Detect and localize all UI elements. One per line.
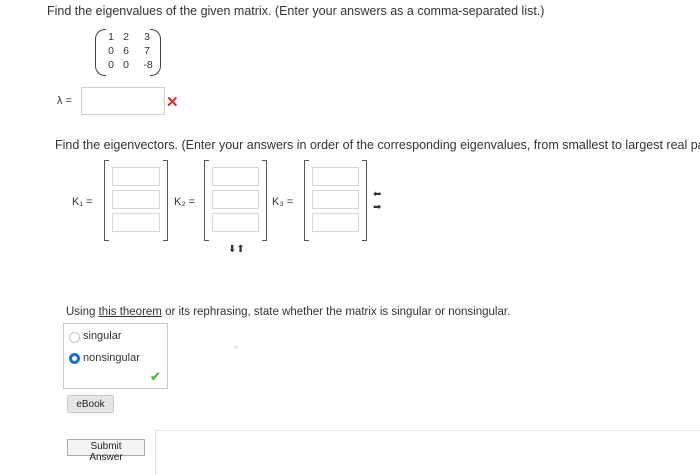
eigenvalues-question: Find the eigenvalues of the given matrix…	[47, 4, 545, 18]
matrix-cell: 2	[123, 31, 129, 43]
eigenvalues-input[interactable]	[81, 87, 165, 115]
matrix-cell: 7	[144, 45, 150, 57]
k2-vector	[204, 160, 267, 241]
divider	[155, 430, 156, 475]
radio-nonsingular[interactable]	[69, 353, 80, 364]
k1-entry-3[interactable]	[112, 213, 160, 232]
k1-entry-2[interactable]	[112, 190, 160, 209]
k1-vector	[104, 160, 168, 241]
bracket-left	[304, 160, 309, 241]
matrix-cell: -8	[143, 59, 153, 71]
k3-entry-1[interactable]	[312, 167, 359, 186]
cursor-dot	[234, 345, 238, 349]
k2-entry-3[interactable]	[212, 213, 259, 232]
bracket-left	[204, 160, 209, 241]
arrow-left-icon[interactable]: ⬅	[373, 190, 381, 200]
option-singular-label[interactable]: singular	[83, 330, 122, 342]
given-matrix: 1 2 3 0 6 7 0 0 -8	[95, 29, 161, 76]
k3-label: K₃ =	[272, 196, 294, 208]
matrix-cell: 3	[144, 31, 150, 43]
radio-singular[interactable]	[69, 332, 80, 343]
k3-entry-2[interactable]	[312, 190, 359, 209]
matrix-cell: 1	[108, 31, 114, 43]
eigenvectors-question: Find the eigenvectors. (Enter your answe…	[55, 138, 700, 152]
k2-entry-2[interactable]	[212, 190, 259, 209]
option-nonsingular-label[interactable]: nonsingular	[83, 352, 140, 364]
question-middle: or its rephrasing	[161, 306, 248, 318]
k1-entry-1[interactable]	[112, 167, 160, 186]
matrix-cell: 0	[123, 59, 129, 71]
k2-label: K₂ =	[174, 196, 196, 208]
k2-entry-1[interactable]	[212, 167, 259, 186]
k3-vector	[304, 160, 367, 241]
submit-answer-button[interactable]: Submit Answer	[67, 439, 145, 463]
ebook-button[interactable]: eBook	[67, 395, 114, 413]
bracket-left	[104, 160, 109, 241]
divider	[155, 430, 700, 431]
question-prefix: Using	[66, 306, 99, 318]
checkmark-icon: ✔	[150, 369, 161, 384]
bracket-right	[163, 160, 168, 241]
singularity-question: Using this theorem or its rephrasing, st…	[66, 306, 510, 318]
question-suffix: , state whether the matrix is singular o…	[247, 306, 511, 318]
lambda-label: λ =	[57, 95, 72, 107]
x-mark-icon: ✕	[166, 94, 179, 111]
k1-label: K₁ =	[72, 196, 93, 208]
bracket-right	[362, 160, 367, 241]
bracket-right	[262, 160, 267, 241]
matrix-cell: 6	[123, 45, 129, 57]
matrix-cell: 0	[108, 59, 114, 71]
arrow-right-icon[interactable]: ➡	[373, 203, 381, 213]
k3-entry-3[interactable]	[312, 213, 359, 232]
move-arrows-icon[interactable]: ⬇⬆	[228, 245, 245, 255]
theorem-link[interactable]: this theorem	[99, 306, 162, 318]
matrix-cell: 0	[108, 45, 114, 57]
